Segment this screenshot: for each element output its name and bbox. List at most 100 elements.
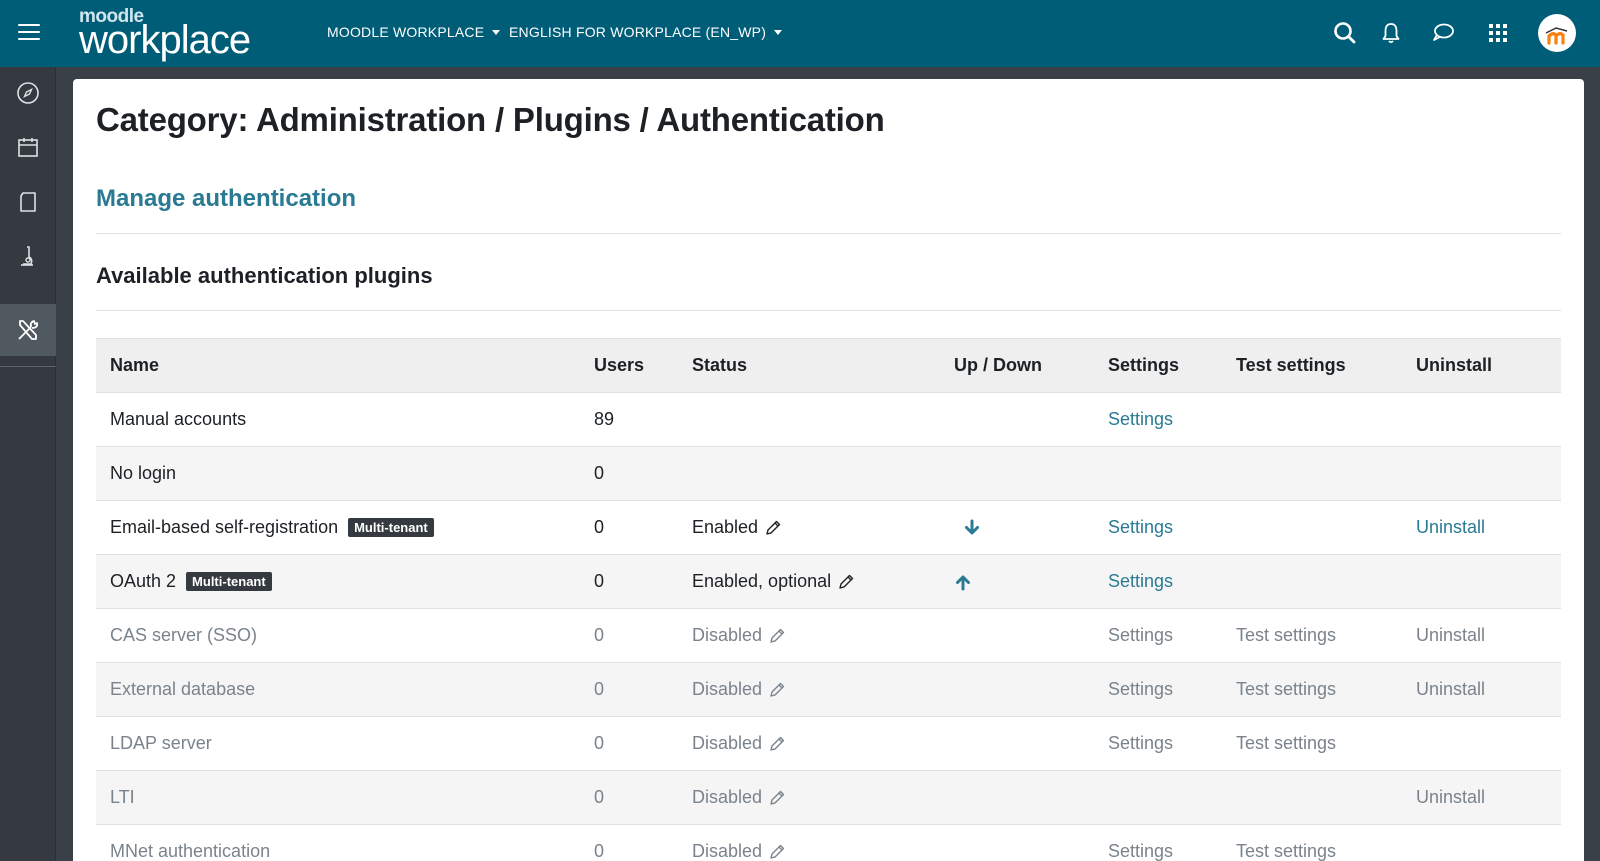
rail-item-calendar[interactable]	[0, 121, 56, 173]
table-row: OAuth 2 Multi-tenant 0 Enabled, optional Set…	[96, 555, 1561, 609]
pencil-edit-icon[interactable]	[768, 735, 786, 753]
uninstall-link[interactable]: Uninstall	[1416, 679, 1485, 700]
caret-down-icon	[492, 29, 501, 35]
settings-cell: Settings	[1108, 555, 1173, 608]
uninstall-link[interactable]: Uninstall	[1416, 625, 1485, 646]
user-count: 0	[594, 571, 605, 591]
rail-item-labs[interactable]	[0, 230, 56, 282]
main-content-card: Category: Administration / Plugins / Aut…	[73, 79, 1584, 861]
plugin-name-cell: No login	[110, 447, 176, 500]
plugin-name-cell: LDAP server	[110, 717, 212, 770]
pencil-edit-icon[interactable]	[837, 573, 855, 591]
settings-link[interactable]: Settings	[1108, 733, 1173, 754]
table-header-row: Name Users Status Up / Down Settings Tes…	[96, 338, 1561, 393]
settings-cell: Settings	[1108, 663, 1173, 716]
test-settings-cell: Test settings	[1236, 663, 1336, 716]
rail-item-dashboard[interactable]	[0, 67, 56, 119]
plugin-name-cell: MNet authentication	[110, 825, 270, 861]
calendar-icon	[18, 138, 38, 157]
page-title: Category: Administration / Plugins / Aut…	[96, 101, 885, 138]
status-cell: Disabled	[692, 825, 786, 861]
updown-cell	[954, 555, 972, 608]
settings-cell: Settings	[1108, 825, 1173, 861]
settings-cell: Settings	[1108, 393, 1173, 446]
user-avatar[interactable]	[1538, 14, 1576, 52]
chat-icon[interactable]	[1428, 18, 1458, 48]
test-settings-link[interactable]: Test settings	[1236, 733, 1336, 754]
settings-link[interactable]: Settings	[1108, 679, 1173, 700]
logo-workplace-text: workplace	[79, 18, 251, 62]
updown-cell	[963, 501, 981, 554]
user-count: 0	[594, 787, 605, 807]
table-row: LTI 0 Disabled Uninstall	[96, 771, 1561, 825]
plugin-name: MNet authentication	[110, 841, 271, 861]
search-icon[interactable]	[1330, 18, 1360, 48]
col-header-name[interactable]: Name	[110, 339, 159, 392]
plugin-name: CAS server (SSO)	[110, 625, 258, 645]
user-count: 89	[594, 409, 615, 429]
pencil-edit-icon[interactable]	[768, 843, 786, 861]
uninstall-cell: Uninstall	[1416, 609, 1485, 662]
plugin-name: LDAP server	[110, 733, 212, 753]
col-header-uninstall: Uninstall	[1416, 355, 1493, 375]
table-row: CAS server (SSO) 0 Disabled Settings Test se…	[96, 609, 1561, 663]
arrow-up-icon[interactable]	[954, 573, 972, 591]
manage-authentication-link[interactable]: Manage authentication	[96, 185, 356, 213]
plugin-name: OAuth 2	[110, 571, 177, 591]
uninstall-link[interactable]: Uninstall	[1416, 517, 1485, 538]
bell-icon[interactable]	[1376, 18, 1406, 48]
apps-grid-icon[interactable]	[1483, 18, 1513, 48]
status-text: Disabled	[692, 625, 763, 645]
plugin-name-cell: Manual accounts	[110, 393, 246, 446]
uninstall-link[interactable]: Uninstall	[1416, 787, 1485, 808]
settings-link[interactable]: Settings	[1108, 517, 1173, 538]
menu-moodle-workplace[interactable]: MOODLE WORKPLACE	[327, 24, 501, 40]
uninstall-cell: Uninstall	[1416, 771, 1485, 824]
plugin-name: Email-based self-registration	[110, 517, 339, 537]
divider	[96, 310, 1561, 311]
pencil-edit-icon[interactable]	[768, 681, 786, 699]
col-header-updown: Up / Down	[954, 355, 1042, 375]
left-rail	[0, 67, 56, 861]
menu-language-label: ENGLISH FOR WORKPLACE (EN_WP)	[509, 24, 767, 40]
plugin-name-cell: OAuth 2 Multi-tenant	[110, 555, 272, 608]
uninstall-cell: Uninstall	[1416, 501, 1485, 554]
status-cell: Disabled	[692, 717, 786, 770]
arrow-down-icon[interactable]	[963, 519, 981, 537]
status-text: Disabled	[692, 841, 763, 861]
rail-item-files[interactable]	[0, 176, 56, 228]
test-settings-link[interactable]: Test settings	[1236, 679, 1336, 700]
settings-link[interactable]: Settings	[1108, 571, 1173, 592]
table-row: MNet authentication 0 Disabled Settings Test…	[96, 825, 1561, 861]
test-settings-link[interactable]: Test settings	[1236, 625, 1336, 646]
rail-item-site-admin[interactable]	[0, 304, 56, 356]
status-text: Disabled	[692, 733, 763, 753]
uninstall-cell: Uninstall	[1416, 663, 1485, 716]
user-count: 0	[594, 679, 605, 699]
settings-cell: Settings	[1108, 717, 1173, 770]
plugin-name: Manual accounts	[110, 409, 247, 429]
pencil-edit-icon[interactable]	[764, 519, 782, 537]
table-row: LDAP server 0 Disabled Settings Test setting…	[96, 717, 1561, 771]
status-cell: Disabled	[692, 663, 786, 716]
divider	[96, 233, 1561, 234]
test-settings-link[interactable]: Test settings	[1236, 841, 1336, 861]
table-row: No login 0	[96, 447, 1561, 501]
pencil-edit-icon[interactable]	[768, 789, 786, 807]
plugin-name: External database	[110, 679, 256, 699]
settings-link[interactable]: Settings	[1108, 409, 1173, 430]
book-icon	[20, 192, 36, 212]
user-count: 0	[594, 841, 605, 861]
hamburger-menu-icon[interactable]	[18, 24, 40, 42]
available-plugins-heading: Available authentication plugins	[96, 263, 433, 288]
menu-language-en-wp[interactable]: ENGLISH FOR WORKPLACE (EN_WP)	[509, 24, 783, 40]
settings-link[interactable]: Settings	[1108, 625, 1173, 646]
settings-link[interactable]: Settings	[1108, 841, 1173, 861]
status-cell: Enabled, optional	[692, 555, 855, 608]
settings-cell: Settings	[1108, 609, 1173, 662]
col-header-users: Users	[594, 355, 645, 375]
col-header-status: Status	[692, 355, 748, 375]
table-row: Email-based self-registration Multi-tenan…	[96, 501, 1561, 555]
flask-icon	[21, 246, 33, 266]
pencil-edit-icon[interactable]	[768, 627, 786, 645]
